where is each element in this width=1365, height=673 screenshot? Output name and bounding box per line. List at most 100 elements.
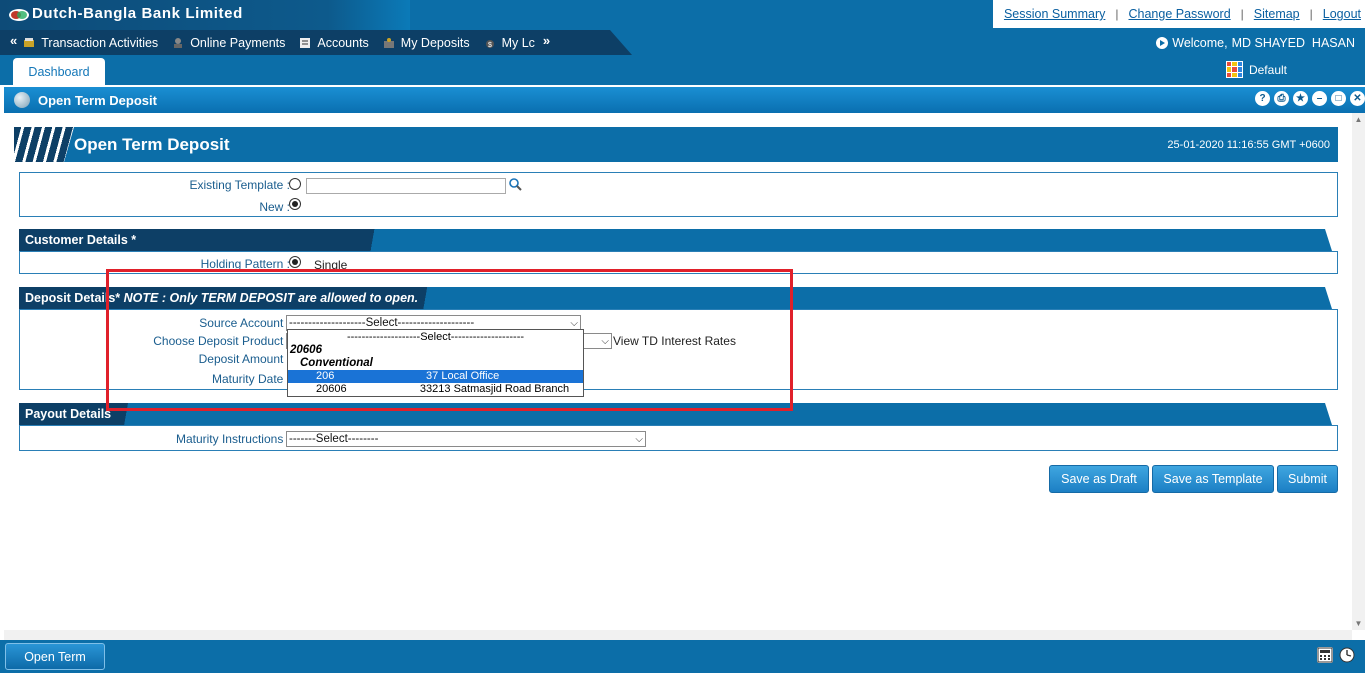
clock-icon[interactable]: [1339, 647, 1355, 663]
nav-menu: « Transaction Activities Online Payments…: [0, 30, 632, 55]
svg-text:$: $: [488, 42, 492, 49]
maturity-instructions-select[interactable]: -------Select-------- ⌵: [286, 431, 646, 447]
user-name: MD SHAYED HASAN: [1231, 36, 1355, 50]
save-as-draft-button[interactable]: Save as Draft: [1049, 465, 1149, 493]
deposit-details-title: Deposit Details* NOTE : Only TERM DEPOSI…: [25, 291, 418, 305]
play-icon: [1156, 37, 1169, 49]
scroll-down-icon[interactable]: ▼: [1354, 619, 1363, 628]
widget-title: Open Term Deposit: [38, 92, 157, 108]
nav-item-label: My Deposits: [400, 35, 470, 50]
brand-area: Dutch-Bangla Bank Limited: [0, 0, 410, 30]
accounts-icon: [300, 37, 311, 48]
source-account-dropdown[interactable]: --------------------Select--------------…: [287, 329, 584, 397]
submit-button[interactable]: Submit: [1277, 465, 1338, 493]
layout-selector[interactable]: Default: [1225, 61, 1287, 78]
window-controls: ? ⎙ ★ – □ ✕: [1255, 91, 1365, 106]
existing-template-label: Existing Template :: [189, 178, 291, 192]
minimize-icon[interactable]: –: [1312, 91, 1327, 106]
deposit-details-heading: Deposit Details*: [25, 291, 121, 305]
bottom-taskbar: Open Term: [0, 640, 1365, 673]
template-box: Existing Template : New :: [19, 172, 1338, 217]
view-rates-link[interactable]: View TD Interest Rates: [613, 334, 736, 348]
deposit-amount-label: Deposit Amount :: [198, 352, 290, 366]
nav-item-transaction-activities[interactable]: Transaction Activities: [23, 36, 158, 50]
chevron-down-icon: ⌵: [635, 434, 643, 445]
sitemap-link[interactable]: Sitemap: [1254, 7, 1300, 21]
link-separator: |: [1309, 7, 1313, 21]
logout-link[interactable]: Logout: [1323, 7, 1361, 21]
layout-grid-icon: [1225, 61, 1243, 78]
nav-scroll-right-icon[interactable]: »: [543, 33, 550, 48]
existing-template-input[interactable]: [306, 178, 506, 194]
payout-details-header: Payout Details: [19, 403, 1332, 425]
nav-item-label: Transaction Activities: [41, 35, 159, 50]
holding-single-radio[interactable]: [289, 256, 301, 268]
tab-dashboard[interactable]: Dashboard: [13, 58, 105, 85]
widget-title-bar: Open Term Deposit ? ⎙ ★ – □ ✕: [4, 87, 1365, 113]
dropdown-option[interactable]: 20606 33213 Satmasjid Road Branch: [288, 383, 583, 396]
welcome-area: Welcome, MD SHAYED HASAN: [1156, 36, 1355, 50]
transaction-icon: [24, 37, 35, 47]
chevron-down-icon: ⌵: [601, 336, 609, 347]
welcome-label: Welcome,: [1172, 36, 1228, 50]
payout-details-title: Payout Details: [25, 407, 112, 421]
payments-icon: [174, 37, 183, 48]
customer-details-title: Customer Details *: [25, 233, 137, 247]
close-icon[interactable]: ✕: [1350, 91, 1365, 106]
session-summary-link[interactable]: Session Summary: [1004, 7, 1105, 21]
change-password-link[interactable]: Change Password: [1129, 7, 1231, 21]
search-icon[interactable]: [508, 177, 522, 191]
nav-scroll-left-icon[interactable]: «: [10, 33, 17, 48]
source-account-value: --------------------Select--------------…: [289, 317, 475, 329]
tab-bar: Dashboard Default: [0, 55, 1365, 85]
maturity-instructions-label: Maturity Instructions :: [175, 432, 290, 446]
help-icon[interactable]: ?: [1255, 91, 1270, 106]
page-title: Open Term Deposit: [74, 135, 230, 154]
page-header: Open Term Deposit 25-01-2020 11:16:55 GM…: [14, 127, 1338, 162]
new-template-radio[interactable]: [289, 198, 301, 210]
top-header: Dutch-Bangla Bank Limited Session Summar…: [0, 0, 1365, 30]
link-separator: |: [1240, 7, 1244, 21]
deposit-details-box: Source Account : --------------------Sel…: [19, 309, 1338, 390]
link-separator: |: [1115, 7, 1119, 21]
calculator-icon[interactable]: [1317, 647, 1333, 663]
dropdown-option[interactable]: 206 37 Local Office: [288, 370, 583, 383]
customer-details-box: Holding Pattern : Single: [19, 251, 1338, 274]
maturity-instructions-value: -------Select--------: [289, 433, 379, 445]
maximize-icon[interactable]: □: [1331, 91, 1346, 106]
main-nav: « Transaction Activities Online Payments…: [0, 30, 1365, 55]
horizontal-scrollbar[interactable]: [4, 630, 1352, 640]
favorite-icon[interactable]: ★: [1293, 91, 1308, 106]
holding-pattern-value: Single: [314, 258, 348, 272]
header-stripes: [14, 127, 74, 162]
top-links: Session Summary | Change Password | Site…: [993, 0, 1365, 28]
nav-item-online-payments[interactable]: Online Payments: [172, 36, 285, 50]
bank-name: Dutch-Bangla Bank Limited: [32, 5, 243, 22]
existing-template-radio[interactable]: [289, 178, 301, 190]
customer-details-header: Customer Details *: [19, 229, 1332, 251]
deposit-details-note: NOTE : Only TERM DEPOSIT are allowed to …: [123, 291, 419, 305]
nav-item-accounts[interactable]: Accounts: [299, 36, 369, 50]
nav-item-my-loans[interactable]: $ My Lc: [484, 36, 535, 50]
deposit-details-header: Deposit Details* NOTE : Only TERM DEPOSI…: [19, 287, 1332, 309]
bank-logo-icon: [9, 9, 29, 21]
maturity-date-label: Maturity Date :: [211, 372, 290, 386]
holding-pattern-label: Holding Pattern :: [200, 257, 290, 271]
vertical-scrollbar[interactable]: ▲ ▼: [1352, 113, 1365, 630]
scroll-up-icon[interactable]: ▲: [1354, 115, 1363, 124]
dropdown-group-label: Conventional: [300, 357, 373, 369]
source-account-label: Source Account :: [199, 316, 290, 330]
nav-item-label: Online Payments: [190, 35, 286, 50]
deposits-icon: [383, 37, 394, 48]
nav-item-label: My Lc: [501, 35, 535, 50]
deposit-product-label: Choose Deposit Product :: [153, 334, 290, 348]
payout-details-box: Maturity Instructions : -------Select---…: [19, 425, 1338, 451]
loans-icon: $: [485, 39, 494, 49]
nav-item-my-deposits[interactable]: My Deposits: [383, 36, 470, 50]
open-term-task[interactable]: Open Term: [5, 643, 105, 670]
dropdown-option[interactable]: --------------------Select--------------…: [288, 331, 583, 344]
print-icon[interactable]: ⎙: [1274, 91, 1289, 106]
new-label: New :: [259, 200, 290, 214]
save-as-template-button[interactable]: Save as Template: [1152, 465, 1274, 493]
page-datetime: 25-01-2020 11:16:55 GMT +0600: [1167, 139, 1330, 151]
